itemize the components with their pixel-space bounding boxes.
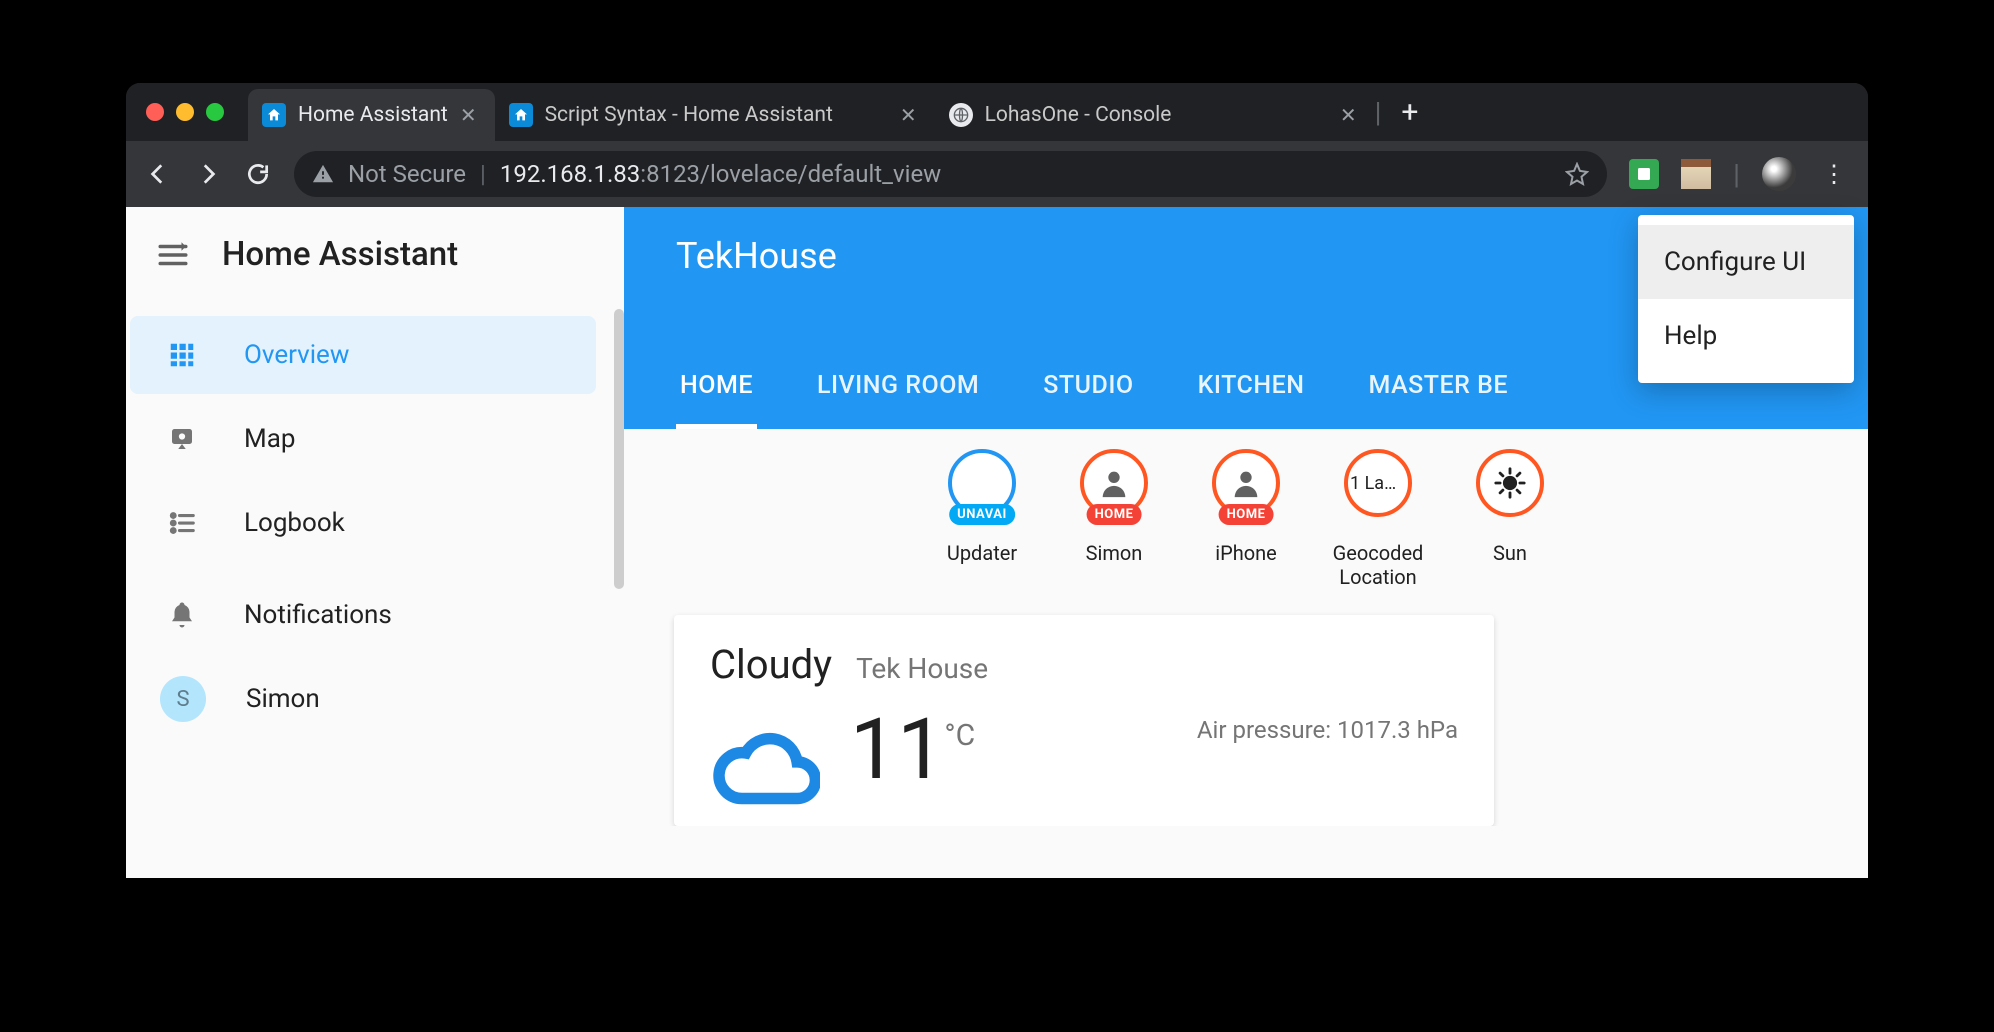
tab-favicon-icon [509,103,533,127]
browser-window: Home Assistant ✕ Script Syntax - Home As… [126,83,1868,878]
tab-label: Script Syntax - Home Assistant [545,103,888,127]
badge-state: HOME [1219,504,1274,525]
badge-row: UNAVAI Updater HOME Simon [674,441,1818,607]
browser-menu-icon[interactable]: ⋮ [1818,160,1850,188]
tabs: Home Assistant ✕ Script Syntax - Home As… [248,83,1375,141]
sun-icon [1493,466,1527,500]
bell-icon [160,593,204,637]
minimize-window-button[interactable] [176,103,194,121]
badge-updater[interactable]: UNAVAI Updater [932,449,1032,589]
app-title: Home Assistant [222,235,458,274]
sidebar-item-label: Overview [244,340,349,370]
nav-back-button[interactable] [144,160,172,188]
menu-configure-ui[interactable]: Configure UI [1638,225,1854,299]
badge-state: HOME [1087,504,1142,525]
profile-avatar[interactable] [1762,157,1796,191]
divider: | [1375,96,1382,129]
badge-circle: HOME [1212,449,1280,517]
badge-simon[interactable]: HOME Simon [1064,449,1164,589]
badge-sun[interactable]: Sun [1460,449,1560,589]
sidebar-item-label: Logbook [244,508,345,538]
sidebar-item-label: Simon [246,684,320,714]
maximize-window-button[interactable] [206,103,224,121]
tab-favicon-icon [262,103,286,127]
weather-condition: Cloudy [710,641,832,688]
tab-home-assistant[interactable]: Home Assistant ✕ [248,89,495,141]
weather-card[interactable]: Cloudy Tek House 11°C Air pressure: 1017… [674,615,1494,826]
tab-label: Home Assistant [298,103,448,127]
badge-state: UNAVAI [949,504,1015,525]
security-status: Not Secure [348,160,466,188]
main-panel: TekHouse HOME LIVING ROOM STUDIO KITCHEN… [624,207,1868,878]
badge-label: iPhone [1215,521,1277,565]
tab-home[interactable]: HOME [676,361,757,429]
menu-toggle-icon[interactable] [156,238,190,272]
url-input[interactable]: Not Secure | 192.168.1.83:8123/lovelace/… [294,151,1607,197]
tab-lohasone[interactable]: LohasOne - Console ✕ [935,89,1375,141]
sidebar-item-overview[interactable]: Overview [130,316,596,394]
tab-master-bedroom[interactable]: MASTER BE [1364,361,1512,429]
map-marker-icon [160,417,204,461]
tab-label: LohasOne - Console [985,103,1328,127]
badge-iphone[interactable]: HOME iPhone [1196,449,1296,589]
close-tab-icon[interactable]: ✕ [460,105,477,125]
cloud-icon [710,716,810,816]
close-tab-icon[interactable]: ✕ [900,105,917,125]
close-tab-icon[interactable]: ✕ [1340,105,1357,125]
address-bar: Not Secure | 192.168.1.83:8123/lovelace/… [126,141,1868,207]
user-avatar-icon: S [160,676,206,722]
close-window-button[interactable] [146,103,164,121]
divider: | [480,160,486,188]
tab-bar: Home Assistant ✕ Script Syntax - Home As… [126,83,1868,141]
badge-label: Sun [1493,521,1527,565]
sidebar-item-map[interactable]: Map [130,400,596,478]
badge-label: Updater [947,521,1017,565]
badge-text: 1 Lan… [1350,473,1406,494]
badge-circle [1476,449,1544,517]
nav-reload-button[interactable] [244,160,272,188]
tab-script-syntax[interactable]: Script Syntax - Home Assistant ✕ [495,89,935,141]
divider: | [1733,158,1740,191]
sidebar-item-notifications[interactable]: Notifications [130,576,596,654]
logbook-icon [160,501,204,545]
badge-circle: HOME [1080,449,1148,517]
tab-kitchen[interactable]: KITCHEN [1194,361,1309,429]
extension-icon[interactable] [1629,159,1659,189]
app-content: Home Assistant Overview Map [126,207,1868,878]
extension-icon[interactable] [1681,159,1711,189]
tab-favicon-icon [949,103,973,127]
tab-living-room[interactable]: LIVING ROOM [813,361,983,429]
new-tab-button[interactable]: + [1381,95,1438,130]
weather-pressure: Air pressure: 1017.3 hPa [1197,716,1458,744]
menu-help[interactable]: Help [1638,299,1854,373]
badge-geocoded-location[interactable]: 1 Lan… Geocoded Location [1328,449,1428,589]
badge-circle: 1 Lan… [1344,449,1412,517]
sidebar-item-user[interactable]: S Simon [130,660,596,738]
sidebar-header: Home Assistant [126,207,624,302]
person-icon [1229,466,1263,500]
dashboard-content: UNAVAI Updater HOME Simon [624,429,1868,826]
window-controls [146,103,248,121]
bookmark-star-icon[interactable] [1565,162,1589,186]
person-icon [1097,466,1131,500]
badge-label: Geocoded Location [1328,521,1428,589]
weather-temperature: 11°C [850,716,975,783]
sidebar-item-label: Notifications [244,600,392,630]
tab-studio[interactable]: STUDIO [1039,361,1137,429]
overflow-menu: Configure UI Help [1638,215,1854,383]
nav-forward-button[interactable] [194,160,222,188]
sidebar-item-label: Map [244,424,295,454]
grid-icon [160,333,204,377]
weather-location: Tek House [856,652,988,685]
sidebar-item-logbook[interactable]: Logbook [130,484,596,562]
badge-circle: UNAVAI [948,449,1016,517]
sidebar-nav: Overview Map Logbook [126,302,624,738]
sidebar: Home Assistant Overview Map [126,207,624,878]
security-warning-icon [312,163,334,185]
url-host: 192.168.1.83:8123/lovelace/default_view [500,160,941,188]
sidebar-scrollbar[interactable] [614,309,624,589]
badge-label: Simon [1086,521,1143,565]
